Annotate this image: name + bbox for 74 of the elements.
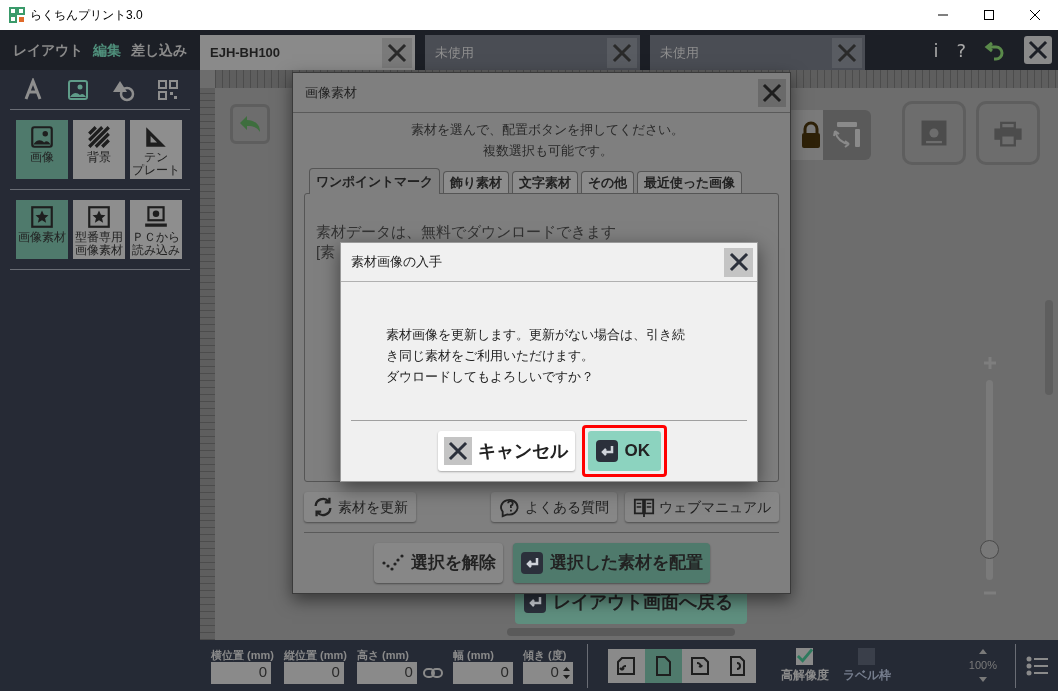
field-label: 傾き (度) [522, 647, 568, 662]
help-button[interactable]: ? [956, 36, 966, 64]
tab-label: 未使用 [435, 43, 474, 62]
tool-button[interactable]: 型番専用 画像素材 [73, 200, 125, 259]
number-field[interactable]: 0 [356, 661, 417, 684]
book-icon [633, 496, 655, 518]
tool-button[interactable]: テン プレート [130, 120, 182, 179]
tool-button[interactable]: 画像素材 [16, 200, 68, 259]
tab-label: EJH-BH100 [210, 43, 281, 62]
enter-icon [594, 439, 619, 463]
mode-tab[interactable]: 差し込み [131, 39, 187, 61]
document-tab[interactable]: 未使用 [650, 35, 865, 70]
document-tab[interactable]: 未使用 [425, 35, 640, 70]
number-field[interactable]: 0 [522, 661, 573, 684]
question-bubble-icon [499, 496, 521, 518]
field-label: 高さ (mm) [356, 647, 410, 662]
dialog-tab[interactable]: 文字素材 [512, 171, 578, 193]
mode-tab[interactable]: レイアウト [13, 39, 83, 61]
link-button[interactable]: 素材を更新 [304, 492, 416, 522]
close-button[interactable] [1024, 36, 1052, 64]
picture-tool-icon[interactable] [65, 77, 90, 102]
place-button[interactable]: 選択した素材を配置 [512, 543, 710, 583]
chain-link-icon[interactable] [422, 666, 443, 679]
link-button[interactable]: よくある質問 [491, 492, 617, 522]
dialog-tab[interactable]: 最近使った画像 [637, 171, 742, 193]
dialog-tab[interactable]: 飾り素材 [443, 171, 509, 193]
link-button[interactable]: ウェブマニュアル [625, 492, 779, 522]
number-field[interactable]: 0 [211, 661, 271, 684]
tool-button[interactable]: ＰＣから 読み込み [130, 200, 182, 259]
zoom-percent: 100% [968, 658, 997, 674]
ok-button[interactable]: OK [587, 431, 661, 471]
number-field[interactable]: 0 [452, 661, 513, 684]
orientation-button[interactable] [644, 648, 682, 683]
menu-list-icon[interactable] [1026, 655, 1048, 676]
mode-tab[interactable]: 編集 [93, 39, 121, 61]
zoom-slider-thumb[interactable] [980, 540, 999, 559]
qr-code-icon[interactable] [155, 77, 180, 102]
stripes-icon [86, 124, 112, 150]
laptop-icon [143, 204, 169, 230]
zoom-down-arrow-icon[interactable] [978, 676, 987, 682]
panel-text: 素材データは、無料でダウンロードできます [316, 222, 616, 242]
checkbox-label: ラベル枠 [842, 666, 891, 684]
zoom-up-arrow-icon[interactable] [978, 649, 987, 655]
checkbox[interactable] [796, 647, 814, 665]
document-tab[interactable]: EJH-BH100 [200, 35, 415, 70]
number-field[interactable]: 0 [283, 661, 344, 684]
field-label: 縦位置 (mm) [283, 647, 347, 662]
help-button[interactable]: i [933, 36, 939, 64]
clear-selection-button[interactable]: 選択を解除 [373, 543, 503, 583]
app-logo-icon [9, 7, 25, 23]
enter-icon [519, 551, 544, 575]
dialog-title: 素材画像の入手 [351, 253, 442, 272]
instruction-text: 複数選択も可能です。 [482, 142, 613, 160]
undo-icon[interactable] [984, 39, 1006, 61]
dialog-title: 画像素材 [305, 83, 357, 102]
dialog-tab[interactable]: ワンポイントマーク [309, 168, 440, 194]
instruction-text: 素材を選んで、配置ボタンを押してください。 [411, 121, 684, 139]
panel-text: [素 [316, 242, 336, 262]
picture-icon [29, 124, 55, 150]
close-icon [1026, 38, 1050, 62]
checkbox-label: 高解像度 [780, 666, 829, 684]
tab-label: 未使用 [660, 43, 699, 62]
close-button[interactable] [724, 247, 753, 277]
field-label: 横位置 (mm) [211, 647, 274, 662]
refresh-icon [312, 496, 334, 518]
cancel-button[interactable]: キャンセル [437, 431, 575, 471]
tool-button[interactable]: 背景 [73, 120, 125, 179]
rotate-frame-icon[interactable] [831, 119, 863, 151]
dialog-tab[interactable]: その他 [581, 171, 634, 193]
window-title: らくちんプリント3.0 [30, 7, 143, 24]
lock-icon[interactable] [801, 121, 821, 149]
dialog-message: 素材画像を更新します。更新がない場合は、引き続 き同じ素材をご利用いただけます。 ダウロードしてもよろしいですか？ [386, 326, 686, 386]
field-label: 幅 (mm) [452, 647, 495, 662]
tool-button[interactable]: 画像 [16, 120, 68, 179]
